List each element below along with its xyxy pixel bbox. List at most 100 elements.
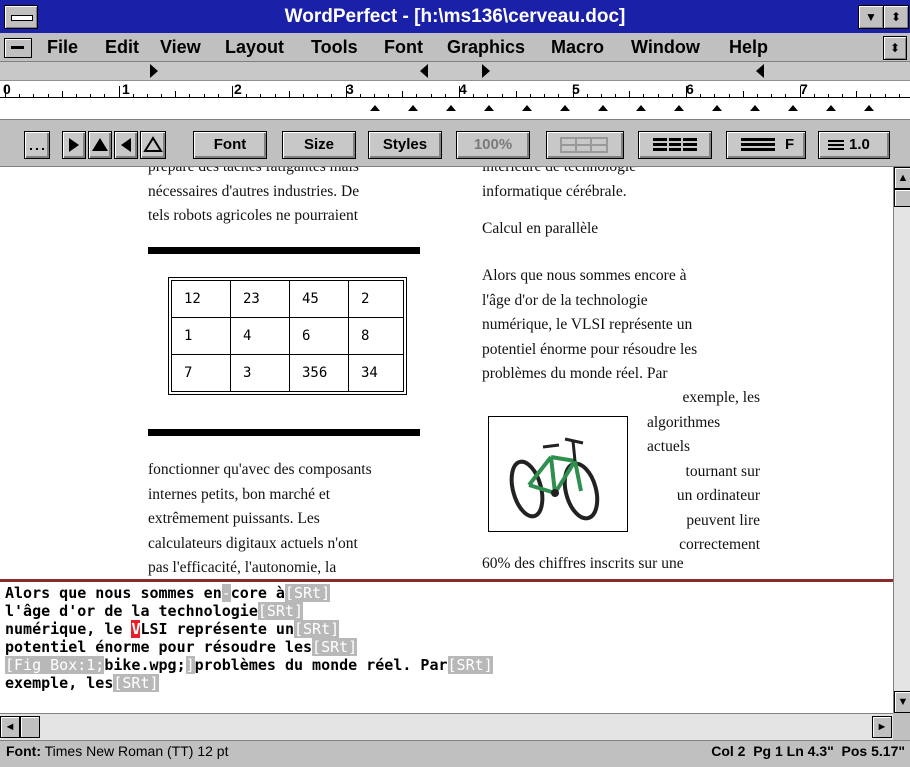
center-tab-button[interactable] [88, 131, 112, 159]
tab-stop-marker[interactable] [522, 105, 532, 111]
menu-tools[interactable]: Tools [311, 33, 358, 61]
horizontal-scrollbar[interactable]: ◄ ► [0, 713, 893, 740]
styles-button[interactable]: Styles [368, 131, 442, 159]
tab-stop-marker[interactable] [750, 105, 760, 111]
decimal-tab-button[interactable] [140, 131, 166, 159]
left-margin-marker[interactable] [150, 64, 158, 78]
ruler-tick [615, 94, 617, 98]
scroll-thumb[interactable] [894, 189, 910, 207]
tab-stop-marker[interactable] [560, 105, 570, 111]
ruler-tick [331, 94, 333, 98]
scroll-right-button[interactable]: ► [872, 716, 892, 738]
tab-stop-marker[interactable] [446, 105, 456, 111]
tab-stop-marker[interactable] [484, 105, 494, 111]
reveal-line-1: Alors que nous sommes en-core à[SRt] [5, 584, 331, 602]
ruler-tick [217, 94, 219, 98]
restore-button[interactable]: ⬍ [883, 5, 909, 29]
ruler[interactable]: 0 1 2 3 4 5 6 7 [0, 81, 910, 120]
menu-layout[interactable]: Layout [225, 33, 284, 61]
menu-font[interactable]: Font [384, 33, 423, 61]
soft-return-code[interactable]: [SRt] [447, 656, 493, 674]
columns-button[interactable] [638, 131, 712, 159]
menu-file[interactable]: File [47, 33, 78, 61]
scroll-down-button[interactable]: ▼ [894, 691, 910, 713]
ruler-tick [515, 91, 517, 98]
ruler-tick [175, 91, 177, 98]
document-control-box[interactable] [4, 38, 32, 58]
menu-graphics[interactable]: Graphics [447, 33, 525, 61]
ruler-tick [33, 94, 35, 98]
right-column-top-text: intérieure de technologie informatique c… [482, 167, 760, 204]
figure-box-code[interactable]: [Fig Box:1; [5, 656, 105, 674]
scroll-left-button[interactable]: ◄ [0, 716, 20, 738]
column-right-margin-marker[interactable] [420, 64, 428, 78]
ellipsis-button[interactable] [24, 131, 50, 159]
reveal-text: numérique, le [5, 620, 132, 638]
menu-window[interactable]: Window [631, 33, 700, 61]
title-bar: WordPerfect - [h:\ms136\cerveau.doc] ▼ ⬍ [0, 0, 910, 33]
soft-return-code[interactable]: [SRt] [113, 674, 159, 692]
column-left-margin-marker[interactable] [482, 64, 490, 78]
table-button[interactable] [546, 131, 624, 159]
document-restore-button[interactable]: ⬍ [883, 36, 907, 60]
figure-box-bike[interactable] [488, 416, 628, 532]
menu-macro[interactable]: Macro [551, 33, 604, 61]
ruler-tick [203, 94, 205, 98]
figure-box-code-end[interactable]: ] [185, 656, 195, 674]
justification-button[interactable]: F [726, 131, 806, 159]
right-margin-marker[interactable] [756, 64, 764, 78]
left-tab-button[interactable] [62, 131, 86, 159]
text-line: 60% des chiffres inscrits sur une [482, 555, 684, 572]
ruler-tick [146, 94, 148, 98]
ruler-number-1: 1 [122, 81, 130, 97]
ruler-tick [728, 94, 730, 98]
ruler-tick [359, 94, 361, 98]
data-table[interactable]: 12 23 45 2 1468 7 3 356 34 [168, 277, 407, 395]
left-column-bottom-text: fonctionner qu'avec des composants inter… [148, 458, 419, 579]
ruler-tick [302, 94, 304, 98]
ruler-tick [61, 91, 63, 98]
soft-return-code[interactable]: [SRt] [294, 620, 340, 638]
table-cell: 4 [230, 317, 290, 355]
scroll-up-button[interactable]: ▲ [894, 167, 910, 189]
soft-return-code[interactable]: [SRt] [312, 638, 358, 656]
menu-help[interactable]: Help [729, 33, 768, 61]
horizontal-scroll-thumb[interactable] [20, 716, 40, 738]
ruler-tick [657, 94, 659, 98]
ruler-tick [870, 94, 872, 98]
vertical-scrollbar[interactable]: ▲ ▼ [893, 167, 910, 713]
tab-stop-marker[interactable] [864, 105, 874, 111]
ruler-tick [317, 94, 319, 98]
tab-stop-marker[interactable] [712, 105, 722, 111]
document-area[interactable]: prépare des tâches fatigantes mais néces… [0, 167, 893, 579]
font-button[interactable]: Font [193, 131, 267, 159]
table-row: 7 3 356 34 [171, 354, 404, 392]
text-line: un ordinateur [676, 487, 760, 504]
zoom-button[interactable]: 100% [456, 131, 530, 159]
minimize-button[interactable]: ▼ [858, 5, 884, 29]
tab-stop-marker[interactable] [788, 105, 798, 111]
menu-edit[interactable]: Edit [105, 33, 139, 61]
ellipsis-icon [30, 148, 44, 150]
size-button[interactable]: Size [282, 131, 356, 159]
ruler-tick [558, 94, 560, 98]
status-font-value: Times New Roman (TT) 12 pt [44, 743, 229, 759]
soft-return-code[interactable]: [SRt] [284, 584, 331, 602]
ruler-tick [75, 94, 77, 98]
hyphen-code[interactable]: - [221, 584, 231, 602]
ruler-number-3: 3 [346, 81, 354, 97]
tab-stop-marker[interactable] [408, 105, 418, 111]
menu-view[interactable]: View [160, 33, 201, 61]
tab-stop-marker[interactable] [370, 105, 380, 111]
tab-stop-marker[interactable] [826, 105, 836, 111]
tab-stop-marker[interactable] [598, 105, 608, 111]
tab-stop-marker[interactable] [674, 105, 684, 111]
reveal-codes-pane[interactable]: Alors que nous sommes en-core à[SRt] l'â… [0, 582, 893, 713]
justification-label: F [785, 136, 795, 153]
status-font[interactable]: Font: Times New Roman (TT) 12 pt [6, 743, 228, 759]
line-spacing-button[interactable]: 1.0 [818, 131, 890, 159]
soft-return-code[interactable]: [SRt] [257, 602, 304, 620]
tab-stop-marker[interactable] [636, 105, 646, 111]
status-position[interactable]: Col 2 Pg 1 Ln 4.3" Pos 5.17" [660, 743, 905, 759]
right-tab-button[interactable] [114, 131, 138, 159]
